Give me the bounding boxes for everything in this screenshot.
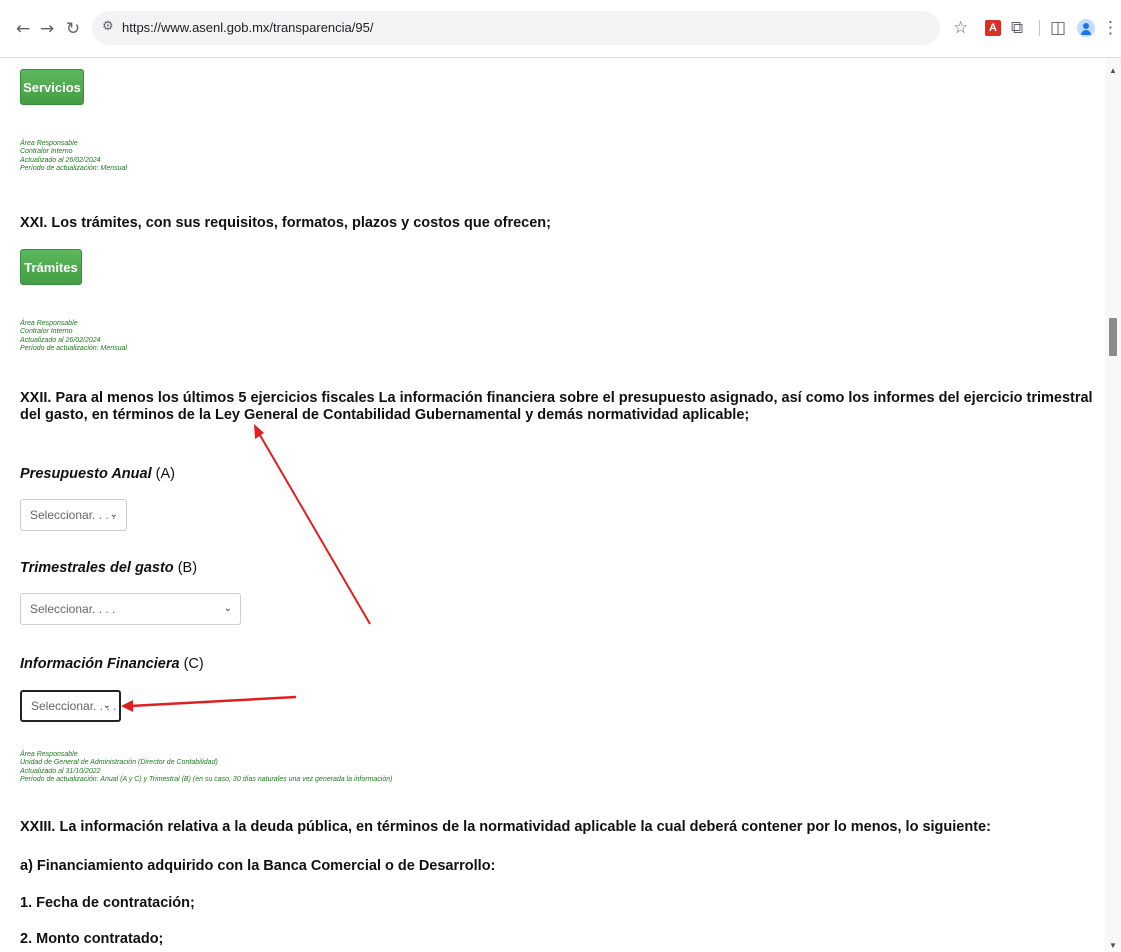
list-item: 2. Monto contratado; xyxy=(20,931,164,947)
annotation-arrows xyxy=(121,424,371,712)
browser-toolbar: ← → ↻ ⚙ https://www.asenl.gob.mx/transpa… xyxy=(0,0,1121,58)
section-xxi-heading: XXI. Los trámites, con sus requisitos, f… xyxy=(20,215,551,231)
presupuesto-anual-label: Presupuesto Anual (A) xyxy=(20,466,175,482)
annotation-arrow-select xyxy=(121,695,297,712)
pdf-extension-icon[interactable]: A xyxy=(985,20,1001,36)
page-scrollbar[interactable]: ▲ ▼ xyxy=(1105,58,1121,952)
meta-updated: Actualizado al 26/02/2024 xyxy=(20,156,101,164)
meta-unit: Contralor Interno xyxy=(20,328,73,336)
trimestrales-gasto-select[interactable]: Seleccionar. . . . ⌄ xyxy=(20,593,241,625)
responsible-info-servicios: Área Responsable Contralor Interno Actua… xyxy=(20,140,127,174)
scroll-up-icon[interactable]: ▲ xyxy=(1109,66,1117,75)
meta-area: Área Responsable xyxy=(20,140,78,147)
chevron-down-icon: ⌄ xyxy=(102,700,111,711)
back-icon[interactable]: ← xyxy=(12,18,34,40)
url-text: https://www.asenl.gob.mx/transparencia/9… xyxy=(122,20,374,35)
responsible-info-tramites: Área Responsable Contralor Interno Actua… xyxy=(20,320,127,354)
page-content: Servicios Área Responsable Contralor Int… xyxy=(0,58,1105,952)
list-item: 1. Fecha de contratación; xyxy=(20,895,195,911)
list-item: a) Financiamiento adquirido con la Banca… xyxy=(20,858,496,874)
profile-icon[interactable] xyxy=(1077,19,1095,37)
scroll-down-icon[interactable]: ▼ xyxy=(1109,941,1117,950)
star-icon[interactable]: ☆ xyxy=(953,17,968,39)
forward-icon[interactable]: → xyxy=(36,18,58,40)
chevron-down-icon: ⌄ xyxy=(109,509,118,520)
responsible-info-financiera: Área Responsable Unidad de General de Ad… xyxy=(20,751,392,785)
meta-unit: Contralor Interno xyxy=(20,148,73,156)
annotation-arrow-heading xyxy=(254,424,371,625)
informacion-financiera-label: Información Financiera (C) xyxy=(20,656,204,672)
scrollbar-thumb[interactable] xyxy=(1109,318,1117,356)
chevron-down-icon: ⌄ xyxy=(223,603,232,614)
meta-updated: Actualizado al 31/10/2022 xyxy=(20,767,101,775)
side-panel-icon[interactable]: ◫ xyxy=(1050,17,1066,39)
extensions-icon[interactable]: ⧉ xyxy=(1011,17,1023,39)
section-xxiii-heading: XXIII. La información relativa a la deud… xyxy=(20,819,991,835)
menu-icon[interactable]: ⋮ xyxy=(1102,17,1119,39)
meta-period: Período de actualización: Anual (A y C) … xyxy=(20,776,393,784)
meta-area: Área Responsable xyxy=(20,320,78,327)
tramites-button[interactable]: Trámites xyxy=(20,249,82,285)
toolbar-divider xyxy=(1039,20,1040,36)
meta-period: Período de actualización: Mensual xyxy=(20,165,128,173)
meta-area: Área Responsable xyxy=(20,751,78,758)
meta-unit: Unidad de General de Administración (Dir… xyxy=(20,759,218,767)
site-settings-icon[interactable]: ⚙ xyxy=(102,19,114,34)
informacion-financiera-select[interactable]: Seleccionar. . . . ⌄ xyxy=(20,690,121,722)
presupuesto-anual-select[interactable]: Seleccionar. . . . ⌄ xyxy=(20,499,127,531)
servicios-button[interactable]: Servicios xyxy=(20,69,84,105)
meta-updated: Actualizado al 26/02/2024 xyxy=(20,336,101,344)
meta-period: Período de actualización: Mensual xyxy=(20,345,128,353)
address-bar[interactable]: ⚙ https://www.asenl.gob.mx/transparencia… xyxy=(92,11,940,45)
trimestrales-gasto-label: Trimestrales del gasto (B) xyxy=(20,560,198,576)
section-xxii-heading: XXII. Para al menos los últimos 5 ejerci… xyxy=(20,390,1093,423)
reload-icon[interactable]: ↻ xyxy=(62,18,84,40)
